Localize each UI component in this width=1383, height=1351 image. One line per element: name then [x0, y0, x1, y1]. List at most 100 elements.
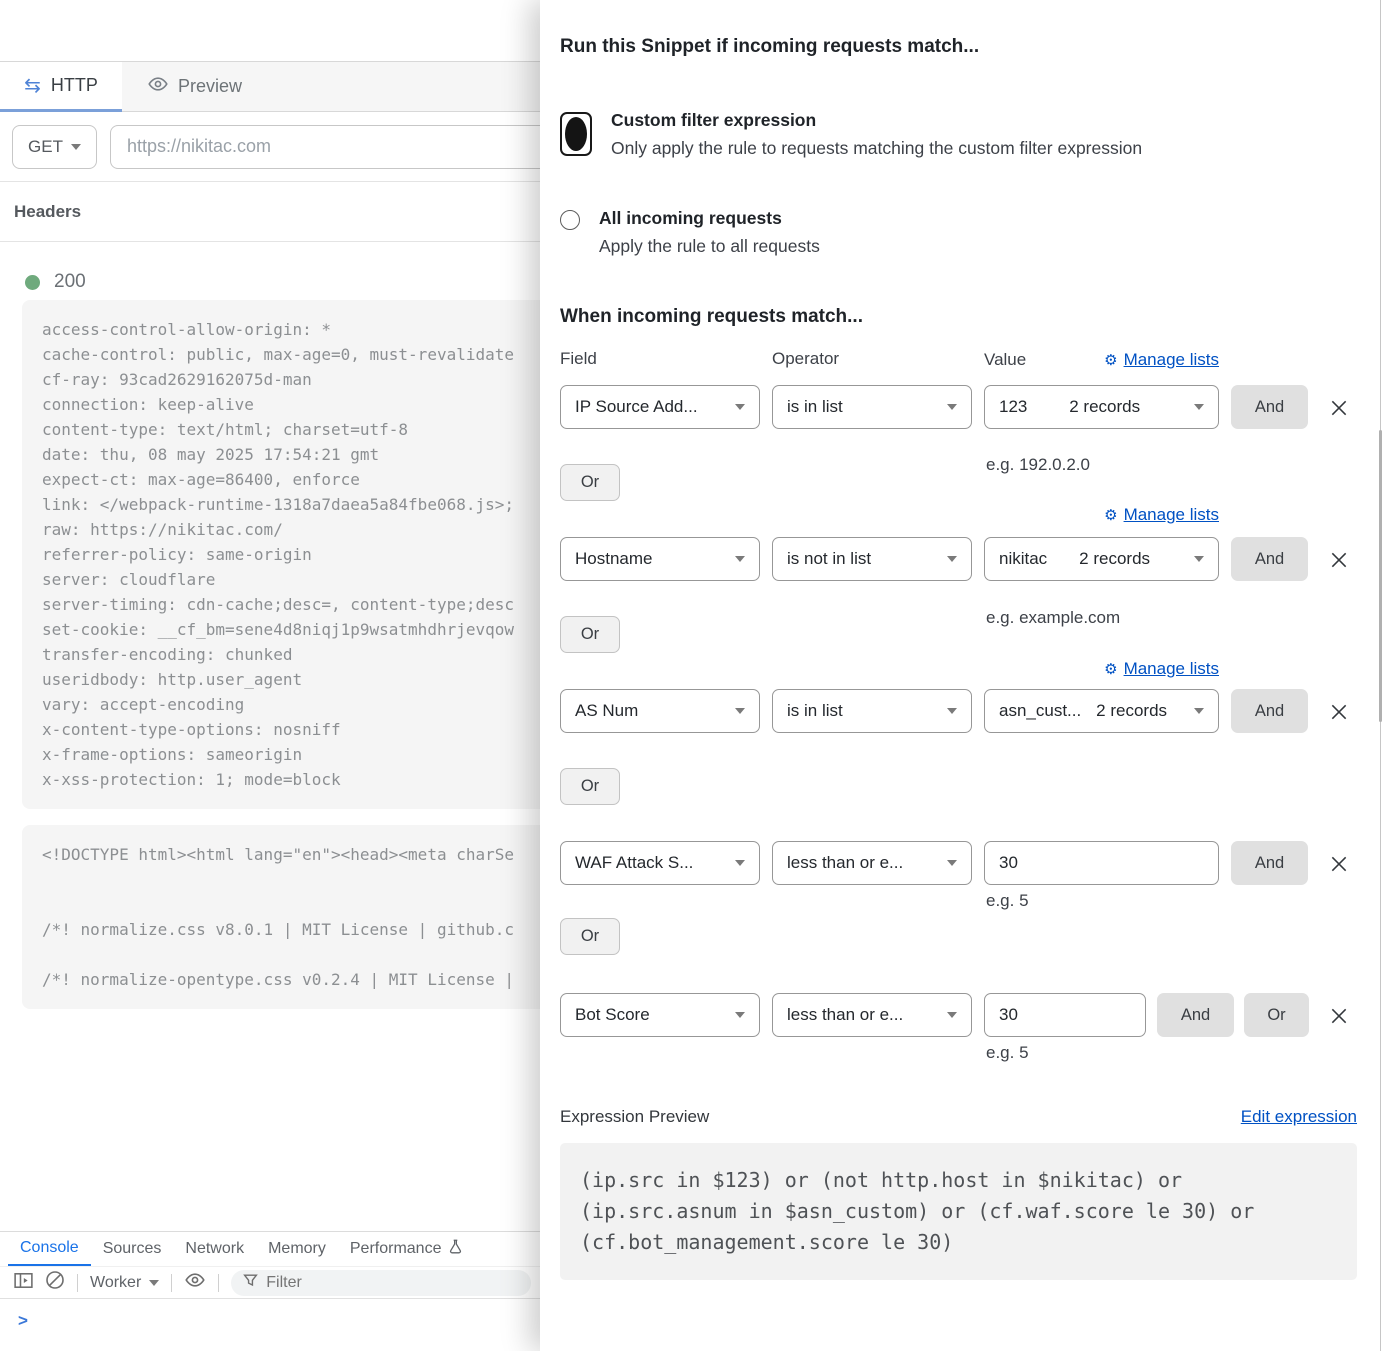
list-record-count: 2 records [1069, 397, 1152, 417]
tab-http[interactable]: ⇆ HTTP [0, 62, 122, 112]
filter-row-1: IP Source Add... is in list 123 2 records… [560, 385, 1357, 429]
and-button[interactable]: And [1231, 537, 1308, 581]
and-button[interactable]: And [1231, 385, 1308, 429]
field-select[interactable]: IP Source Add... [560, 385, 760, 429]
worker-context-select[interactable]: Worker [90, 1274, 159, 1292]
funnel-icon [243, 1273, 258, 1293]
expression-preview-label: Expression Preview [560, 1107, 709, 1127]
method-select[interactable]: GET [12, 125, 97, 169]
or-button[interactable]: Or [560, 768, 620, 805]
gear-icon: ⚙ [1104, 508, 1117, 523]
remove-row-icon[interactable] [1329, 398, 1349, 418]
field-select[interactable]: WAF Attack S... [560, 841, 760, 885]
operator-select[interactable]: less than or e... [772, 841, 972, 885]
devtools-tab-memory[interactable]: Memory [256, 1232, 338, 1266]
operator-select-value: is in list [787, 701, 843, 721]
value-list-select[interactable]: asn_cust...2 records [984, 689, 1219, 733]
devtools-tab-network[interactable]: Network [173, 1232, 256, 1266]
edit-expression-link[interactable]: Edit expression [1241, 1107, 1357, 1127]
row-gap: e.g. 192.0.2.0 Or ⚙ Manage lists [560, 429, 1357, 537]
value-hint: e.g. 5 [986, 891, 1029, 911]
value-list-select[interactable]: 123 2 records [984, 385, 1219, 429]
option-custom-filter-expression[interactable]: Custom filter expression Only apply the … [560, 110, 1357, 159]
or-button[interactable]: Or [1244, 993, 1309, 1037]
field-select-value: Hostname [575, 549, 652, 569]
field-select[interactable]: AS Num [560, 689, 760, 733]
chevron-down-icon [735, 708, 745, 714]
chevron-down-icon [1194, 404, 1204, 410]
devtools-tab-network-label: Network [185, 1240, 244, 1258]
list-record-count: 2 records [1096, 701, 1179, 721]
list-name: nikitac [999, 549, 1047, 569]
filter-row-5: Bot Score less than or e... And Or [560, 993, 1357, 1037]
chevron-down-icon [149, 1280, 159, 1286]
expression-preview-code: (ip.src in $123) or (not http.host in $n… [560, 1143, 1357, 1280]
or-button[interactable]: Or [560, 464, 620, 501]
option-all-incoming-requests[interactable]: All incoming requests Apply the rule to … [560, 208, 1357, 257]
devtools-tab-sources-label: Sources [103, 1240, 162, 1258]
chevron-down-icon [735, 404, 745, 410]
option-text: All incoming requests Apply the rule to … [599, 208, 820, 257]
filter-row-3: AS Num is in list asn_cust...2 records A… [560, 689, 1357, 733]
and-button[interactable]: And [1157, 993, 1234, 1037]
toolbar-divider [218, 1274, 219, 1292]
manage-lists-label[interactable]: Manage lists [1124, 350, 1219, 370]
manage-lists-link[interactable]: ⚙ Manage lists [1104, 350, 1219, 370]
field-column-label: Field [560, 349, 772, 371]
scrollbar-thumb[interactable] [1379, 430, 1382, 722]
value-input[interactable] [984, 841, 1219, 885]
filter-input[interactable] [266, 1274, 466, 1292]
drawer-title: Run this Snippet if incoming requests ma… [560, 36, 1357, 58]
radio-unselected-icon[interactable] [560, 210, 580, 230]
chevron-down-icon [735, 1012, 745, 1018]
manage-lists-label[interactable]: Manage lists [1124, 505, 1219, 525]
list-name: 123 [999, 397, 1027, 417]
chevron-down-icon [947, 708, 957, 714]
and-button[interactable]: And [1231, 689, 1308, 733]
value-hint: e.g. 192.0.2.0 [986, 455, 1090, 475]
field-select-value: IP Source Add... [575, 397, 698, 417]
manage-lists-link[interactable]: ⚙ Manage lists [984, 505, 1219, 525]
clear-console-icon[interactable] [45, 1270, 65, 1295]
operator-select[interactable]: is not in list [772, 537, 972, 581]
remove-row-icon[interactable] [1329, 1006, 1349, 1026]
list-record-count: 2 records [1079, 549, 1162, 569]
remove-row-icon[interactable] [1329, 550, 1349, 570]
operator-select[interactable]: is in list [772, 689, 972, 733]
radio-selected-icon[interactable] [560, 112, 592, 156]
row-gap: Or [560, 733, 1357, 841]
devtools-tab-sources[interactable]: Sources [91, 1232, 174, 1266]
value-input[interactable] [984, 993, 1146, 1037]
eye-icon [148, 74, 168, 99]
operator-select[interactable]: is in list [772, 385, 972, 429]
devtools-tab-memory-label: Memory [268, 1240, 326, 1258]
and-button[interactable]: And [1231, 841, 1308, 885]
devtools-tab-console[interactable]: Console [8, 1232, 91, 1266]
manage-lists-label[interactable]: Manage lists [1124, 659, 1219, 679]
field-select[interactable]: Hostname [560, 537, 760, 581]
remove-row-icon[interactable] [1329, 854, 1349, 874]
devtools-tab-performance[interactable]: Performance [338, 1232, 476, 1266]
operator-select[interactable]: less than or e... [772, 993, 972, 1037]
console-filter[interactable] [231, 1270, 531, 1296]
live-expression-eye-icon[interactable] [184, 1270, 206, 1295]
method-select-value: GET [28, 137, 63, 157]
or-button[interactable]: Or [560, 616, 620, 653]
option-description: Only apply the rule to requests matching… [611, 138, 1142, 159]
row-gap: e.g. 5 Or [560, 885, 1357, 993]
or-button[interactable]: Or [560, 918, 620, 955]
chevron-down-icon [947, 1012, 957, 1018]
gear-icon: ⚙ [1104, 353, 1117, 368]
headers-label: Headers [14, 202, 81, 222]
value-list-select[interactable]: nikitac 2 records [984, 537, 1219, 581]
snippet-rule-drawer: Run this Snippet if incoming requests ma… [540, 0, 1383, 1351]
console-sidebar-toggle-icon[interactable] [14, 1272, 33, 1294]
remove-row-icon[interactable] [1329, 702, 1349, 722]
operator-select-value: is in list [787, 397, 843, 417]
field-select[interactable]: Bot Score [560, 993, 760, 1037]
app-window: ⇆ HTTP Preview GET Headers [0, 0, 1383, 1351]
http-arrows-icon: ⇆ [24, 76, 41, 96]
manage-lists-link[interactable]: ⚙Manage lists [984, 659, 1219, 679]
toolbar-divider [171, 1274, 172, 1292]
tab-preview[interactable]: Preview [122, 62, 268, 111]
